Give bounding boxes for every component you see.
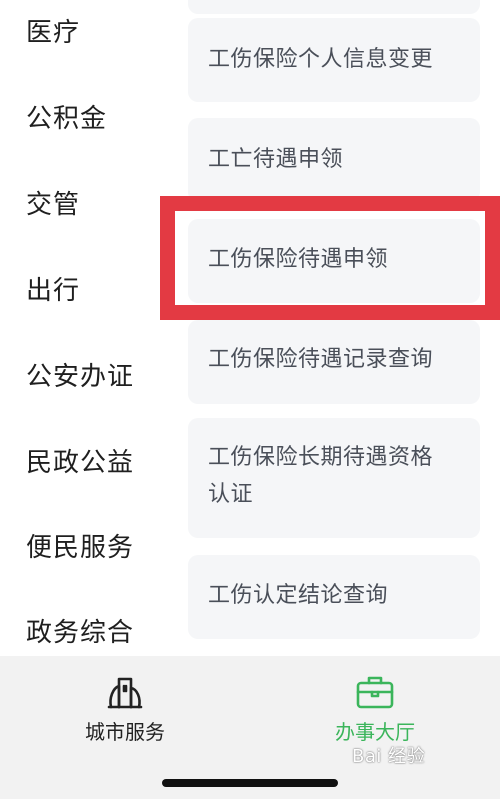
sidebar-item-traffic[interactable]: 交管: [26, 184, 80, 221]
briefcase-icon: [356, 676, 394, 709]
service-card-long-term-qualification[interactable]: 工伤保险长期待遇资格 认证: [188, 418, 480, 538]
service-card-partial[interactable]: [188, 0, 480, 14]
service-card-label: 工伤保险长期待遇资格: [208, 445, 434, 470]
service-card-label: 工伤认定结论查询: [208, 583, 389, 608]
sidebar-item-travel[interactable]: 出行: [26, 270, 80, 307]
service-card-label: 工伤保险个人信息变更: [208, 47, 434, 72]
service-card-benefit-records[interactable]: 工伤保险待遇记录查询: [188, 320, 480, 404]
sidebar-item-medical[interactable]: 医疗: [26, 12, 80, 49]
service-card-label: 工亡待遇申领: [208, 147, 344, 172]
category-sidebar: 医疗 公积金 交管 出行 公安办证 民政公益 便民服务 政务综合: [0, 0, 168, 656]
bottom-tab-bar: 城市服务 办事大厅: [0, 656, 500, 799]
service-card-label: 工伤保险待遇记录查询: [208, 347, 434, 372]
service-card-injury-info-change[interactable]: 工伤保险个人信息变更: [188, 18, 480, 102]
service-card-label-line2: 认证: [208, 482, 254, 507]
sidebar-item-housing-fund[interactable]: 公积金: [26, 98, 107, 135]
sidebar-item-convenience[interactable]: 便民服务: [26, 527, 134, 564]
tab-label: 办事大厅: [335, 720, 415, 744]
tab-city-services[interactable]: 城市服务: [0, 656, 250, 756]
sidebar-item-government-general[interactable]: 政务综合: [26, 612, 134, 649]
home-indicator: [162, 779, 338, 787]
tab-label: 城市服务: [85, 720, 165, 744]
service-card-injury-determination[interactable]: 工伤认定结论查询: [188, 555, 480, 639]
tab-service-hall[interactable]: 办事大厅: [250, 656, 500, 756]
highlight-frame: [160, 196, 500, 320]
sidebar-item-civil-affairs[interactable]: 民政公益: [26, 442, 134, 479]
city-buildings-icon: [107, 677, 143, 709]
baidu-watermark: Bai 经验: [352, 746, 426, 767]
sidebar-item-police-certificates[interactable]: 公安办证: [26, 356, 134, 393]
service-list: 工伤保险个人信息变更 工亡待遇申领 工伤保险待遇申领 工伤保险待遇记录查询 工伤…: [168, 0, 500, 656]
service-card-death-benefit[interactable]: 工亡待遇申领: [188, 118, 480, 202]
